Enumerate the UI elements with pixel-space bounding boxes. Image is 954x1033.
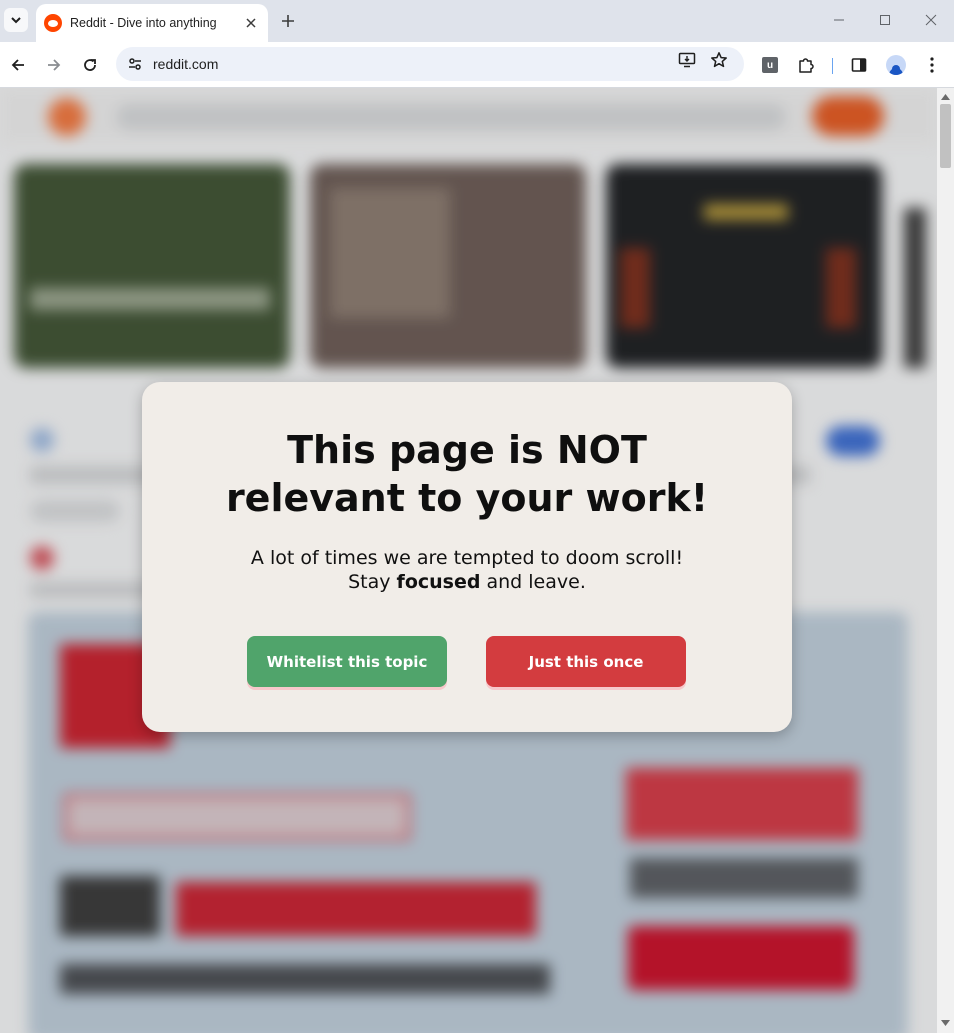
forward-button[interactable] xyxy=(40,51,68,79)
tune-icon xyxy=(129,58,141,70)
just-this-once-button[interactable]: Just this once xyxy=(486,636,686,687)
minimize-button[interactable] xyxy=(816,6,862,34)
new-tab-button[interactable] xyxy=(276,9,300,33)
minimize-icon xyxy=(834,19,844,21)
scroll-down-icon[interactable] xyxy=(941,1018,950,1027)
avatar xyxy=(886,55,906,75)
ublock-extension-button[interactable]: u xyxy=(756,51,784,79)
tab-search-button[interactable] xyxy=(4,8,28,32)
scrollbar-thumb[interactable] xyxy=(940,104,951,168)
modal-message-emphasis: focused xyxy=(396,571,481,593)
modal-message: A lot of times we are tempted to doom sc… xyxy=(142,546,792,594)
close-icon xyxy=(925,14,937,26)
address-bar[interactable]: reddit.com xyxy=(116,47,744,81)
install-icon xyxy=(678,52,696,68)
arrow-left-icon xyxy=(11,59,24,71)
reddit-icon xyxy=(44,14,62,32)
chevron-down-icon xyxy=(11,17,21,24)
browser-toolbar: reddit.com u xyxy=(0,42,954,88)
modal-title-part1: This page is xyxy=(287,428,557,472)
install-app-button[interactable] xyxy=(676,49,698,71)
extensions-button[interactable] xyxy=(792,51,820,79)
tab-title: Reddit - Dive into anything xyxy=(70,16,217,30)
side-panel-button[interactable] xyxy=(845,51,873,79)
bookmark-button[interactable] xyxy=(708,49,730,71)
ublock-icon: u xyxy=(762,57,778,73)
modal-message-line2-before: Stay xyxy=(348,571,397,593)
close-icon xyxy=(246,18,256,28)
reload-icon xyxy=(84,59,96,71)
scroll-up-icon[interactable] xyxy=(941,92,950,101)
back-button[interactable] xyxy=(4,51,32,79)
modal-message-line1: A lot of times we are tempted to doom sc… xyxy=(250,547,684,569)
plus-icon xyxy=(282,15,294,27)
star-icon xyxy=(711,52,727,68)
maximize-icon xyxy=(880,15,890,25)
modal-title: This page is NOT relevant to your work! xyxy=(142,426,792,522)
modal-title-emphasis: NOT xyxy=(556,428,647,472)
whitelist-topic-button[interactable]: Whitelist this topic xyxy=(247,636,447,687)
reload-button[interactable] xyxy=(76,51,104,79)
close-window-button[interactable] xyxy=(908,6,954,34)
url-text[interactable]: reddit.com xyxy=(153,56,218,72)
maximize-button[interactable] xyxy=(862,6,908,34)
toolbar-divider xyxy=(832,58,833,74)
title-bar: Reddit - Dive into anything xyxy=(0,0,954,42)
arrow-right-icon xyxy=(48,59,61,71)
modal-message-line2-after: and leave. xyxy=(480,571,586,593)
focus-blocker-modal: This page is NOT relevant to your work! … xyxy=(142,382,792,732)
puzzle-icon xyxy=(799,58,814,73)
profile-button[interactable] xyxy=(882,51,910,79)
page-scrollbar[interactable] xyxy=(937,88,954,1033)
tab-close-button[interactable] xyxy=(242,14,260,32)
modal-title-part2: relevant to your work! xyxy=(225,476,709,520)
side-panel-icon xyxy=(851,58,867,72)
site-info-button[interactable] xyxy=(124,53,146,75)
more-vert-icon xyxy=(930,57,934,73)
browser-tab[interactable]: Reddit - Dive into anything xyxy=(36,4,268,42)
browser-menu-button[interactable] xyxy=(918,51,946,79)
